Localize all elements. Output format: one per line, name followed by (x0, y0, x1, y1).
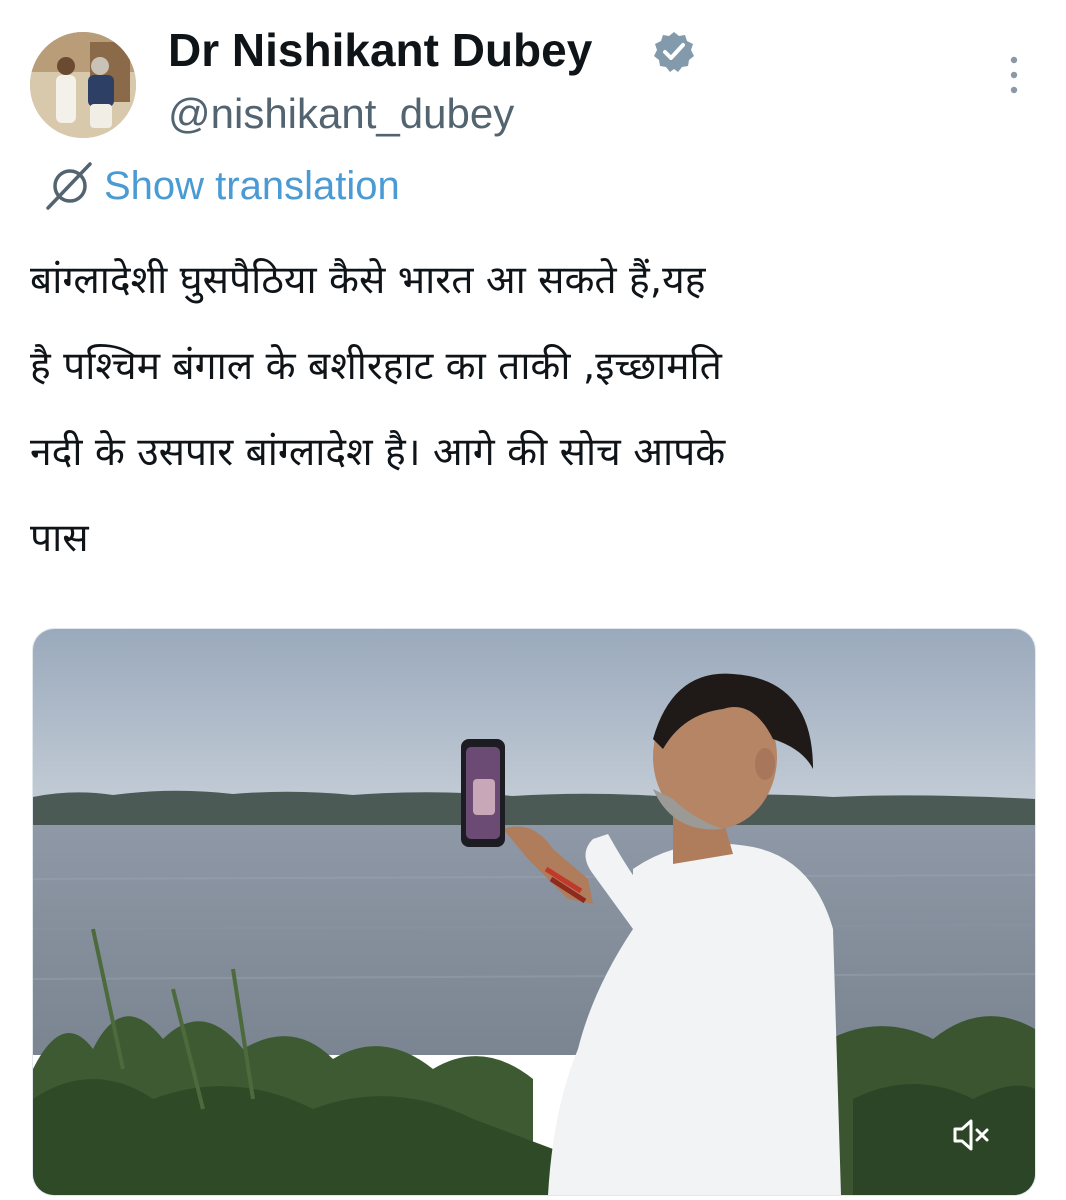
verified-badge-icon (654, 32, 694, 72)
author-handle[interactable]: @nishikant_dubey (168, 88, 514, 140)
tweet-text-line: बांग्लादेशी घुसपैठिया कैसे भारत आ सकते ह… (30, 258, 706, 303)
more-vertical-icon[interactable] (996, 50, 1032, 100)
tweet-video[interactable] (32, 628, 1036, 1196)
tweet-text-line: नदी के उसपार बांग्लादेश है। आगे की सोच आ… (30, 430, 726, 475)
profile-photo (30, 32, 136, 138)
video-frame (33, 629, 1035, 1195)
tweet-text-line: पास (30, 516, 89, 561)
show-translation-button[interactable]: Show translation (40, 160, 400, 212)
show-translation-label: Show translation (104, 163, 400, 208)
author-display-name[interactable]: Dr Nishikant Dubey (168, 22, 592, 78)
translate-globe-icon (46, 162, 92, 210)
tweet-text-line: है पश्चिम बंगाल के बशीरहाट का ताकी ,इच्छ… (30, 344, 722, 389)
speaker-muted-icon[interactable] (949, 1115, 993, 1155)
tweet-text: बांग्लादेशी घुसपैठिया कैसे भारत आ सकते ह… (30, 238, 1030, 582)
avatar[interactable] (30, 32, 136, 138)
